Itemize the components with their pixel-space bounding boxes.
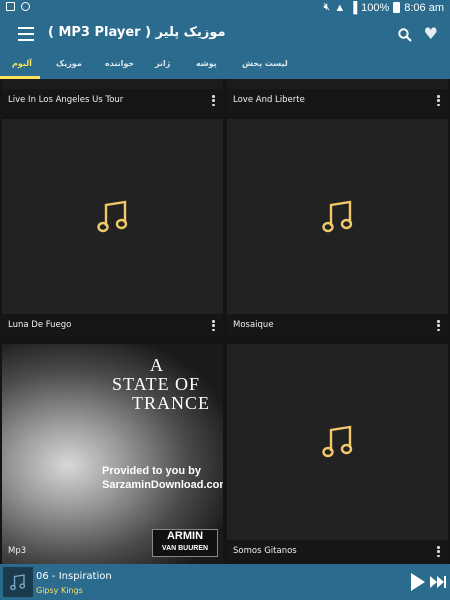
favorites-heart-icon[interactable]: ♥: [424, 24, 438, 43]
tab-playlists[interactable]: لیست پخش: [242, 59, 288, 68]
album-card[interactable]: Somos Gitanos: [227, 344, 448, 564]
tab-folders[interactable]: پوشه: [196, 59, 217, 68]
album-card[interactable]: Live In Los Angeles Us Tour: [2, 79, 223, 113]
album-footer: Mp3: [2, 540, 223, 564]
album-card[interactable]: Love And Liberte: [227, 79, 448, 113]
album-art: [227, 344, 448, 540]
now-playing-title: 06 - Inspiration: [36, 571, 112, 582]
album-title: Luna De Fuego: [8, 320, 72, 330]
app-title: موزیک پلیر ( MP3 Player ): [48, 25, 226, 40]
gallery-notification-icon: [6, 2, 15, 11]
more-options-icon[interactable]: [437, 320, 440, 331]
app-notification-icon: [21, 2, 30, 11]
album-cover-image: A STATE OF TRANCE Provided to you by Sar…: [2, 344, 223, 564]
music-note-icon: [321, 200, 352, 232]
now-playing-bar[interactable]: 06 - Inspiration Gipsy Kings: [0, 564, 450, 600]
next-track-icon[interactable]: [430, 574, 446, 593]
tab-albums[interactable]: آلبوم: [12, 59, 32, 68]
tab-songs[interactable]: موزیک: [56, 59, 82, 68]
album-card[interactable]: Luna De Fuego: [2, 119, 223, 338]
music-note-icon: [321, 425, 352, 458]
album-card[interactable]: A STATE OF TRANCE Provided to you by Sar…: [2, 344, 223, 564]
music-note-icon: [10, 573, 26, 590]
album-title: Live In Los Angeles Us Tour: [8, 95, 124, 105]
album-title: Love And Liberte: [233, 95, 305, 105]
album-footer: Live In Los Angeles Us Tour: [2, 89, 223, 113]
now-playing-artist: Gipsy Kings: [36, 586, 83, 595]
menu-icon[interactable]: [18, 27, 34, 41]
status-bar: 🔇︎ ▲ ▐ 100% 8:06 am: [0, 0, 450, 16]
album-title: Mosaique: [233, 320, 274, 330]
album-grid[interactable]: Live In Los Angeles Us Tour Love And Lib…: [0, 79, 450, 564]
album-card[interactable]: Mosaique: [227, 119, 448, 338]
wifi-icon: ▲: [334, 1, 346, 14]
album-title: Mp3: [8, 546, 27, 556]
more-options-icon[interactable]: [212, 320, 215, 331]
cover-provided-text: Provided to you by SarzaminDownload.com: [102, 465, 223, 491]
more-options-icon[interactable]: [212, 95, 215, 106]
album-footer: Mosaique: [227, 314, 448, 338]
signal-icon: ▐: [349, 1, 358, 14]
search-icon[interactable]: [398, 27, 412, 46]
album-art: [2, 119, 223, 314]
now-playing-thumbnail[interactable]: [3, 567, 33, 597]
album-footer: Love And Liberte: [227, 89, 448, 113]
album-footer: Luna De Fuego: [2, 314, 223, 338]
mute-icon: 🔇︎: [323, 1, 331, 13]
tab-artists[interactable]: خواننده: [105, 59, 134, 68]
clock: 8:06 am: [404, 1, 444, 14]
album-footer: Somos Gitanos: [227, 540, 448, 564]
app-bar: موزیک پلیر ( MP3 Player ) ♥: [0, 16, 450, 56]
play-icon[interactable]: [410, 572, 426, 596]
tab-genres[interactable]: ژانر: [155, 59, 170, 68]
music-note-icon: [96, 200, 127, 232]
battery-percent: 100%: [361, 1, 390, 14]
more-options-icon[interactable]: [437, 95, 440, 106]
album-title: Somos Gitanos: [233, 546, 297, 556]
album-art: [227, 119, 448, 314]
more-options-icon[interactable]: [437, 546, 440, 557]
battery-icon: [393, 2, 401, 13]
tab-bar: لیست پخش پوشه ژانر خواننده موزیک آلبوم: [0, 56, 450, 79]
cover-headline: A STATE OF TRANCE: [112, 355, 210, 413]
